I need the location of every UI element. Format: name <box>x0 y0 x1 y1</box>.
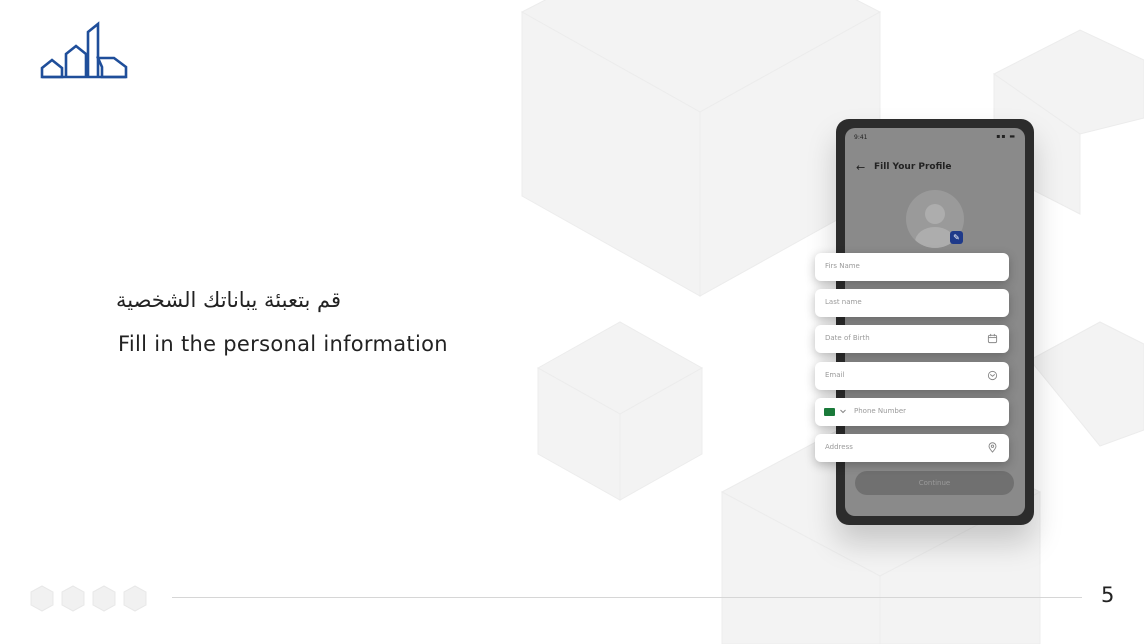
edit-pencil-icon[interactable]: ✎ <box>950 231 963 244</box>
phone-number-placeholder: Phone Number <box>854 407 907 415</box>
email-placeholder: Email <box>825 371 845 379</box>
address-placeholder: Address <box>825 443 853 451</box>
status-icons: ▪▪ ▬ <box>996 133 1016 140</box>
email-field[interactable]: Email <box>815 362 1009 390</box>
calendar-icon[interactable] <box>987 333 998 344</box>
mail-icon <box>987 370 998 381</box>
phone-number-field[interactable]: Phone Number <box>815 398 1009 426</box>
screen-title: Fill Your Profile <box>874 162 952 172</box>
back-arrow-icon[interactable]: ← <box>856 161 865 174</box>
page-number: 5 <box>1101 583 1115 607</box>
location-pin-icon[interactable] <box>987 442 998 453</box>
chevron-down-icon[interactable] <box>839 407 847 415</box>
address-field[interactable]: Address <box>815 434 1009 462</box>
phone-mockup: 9:41 ▪▪ ▬ ← Fill Your Profile ✎ Continue <box>836 119 1034 525</box>
flag-icon[interactable] <box>824 408 835 416</box>
date-of-birth-field[interactable]: Date of Birth <box>815 325 1009 353</box>
status-time: 9:41 <box>854 134 868 141</box>
slide-title-arabic: قم بتعبئة يباناتك الشخصية <box>116 288 341 312</box>
slide-title-english: Fill in the personal information <box>118 332 448 356</box>
last-name-placeholder: Last name <box>825 298 862 306</box>
last-name-field[interactable]: Last name <box>815 289 1009 317</box>
footer-decorative-cubes <box>30 585 147 612</box>
continue-button[interactable]: Continue <box>855 471 1014 495</box>
first-name-placeholder: Firs Name <box>825 262 860 270</box>
company-logo <box>40 21 128 79</box>
avatar-body-shape <box>915 227 955 248</box>
footer-divider <box>172 597 1082 598</box>
first-name-field[interactable]: Firs Name <box>815 253 1009 281</box>
date-of-birth-placeholder: Date of Birth <box>825 334 870 342</box>
avatar-head-shape <box>925 204 945 224</box>
